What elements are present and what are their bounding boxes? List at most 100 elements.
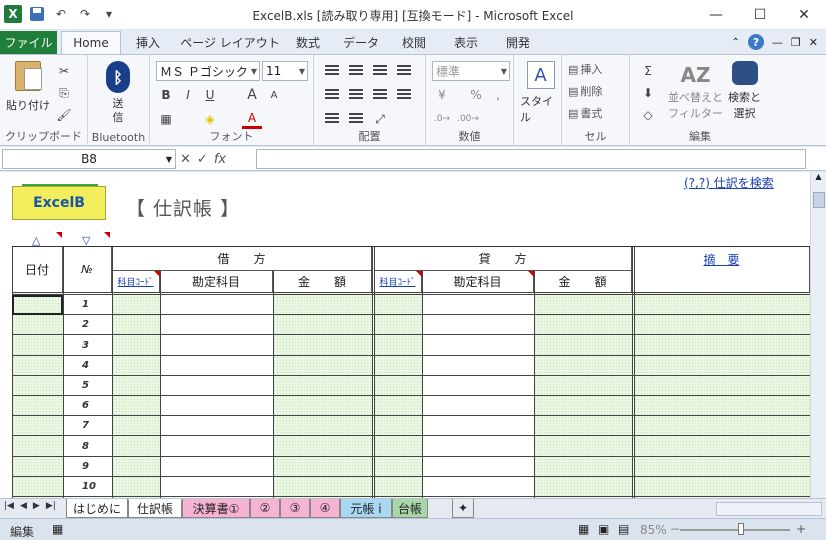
normal-view-icon[interactable]: ▦ [578,522,589,536]
delete-cells-button[interactable]: ▤ 削除 [568,83,602,99]
autosum-button[interactable]: Σ [638,61,658,81]
increase-decimal-icon[interactable]: .0→ [432,109,452,129]
insert-function-button[interactable]: fx [214,152,226,167]
align-middle-icon[interactable] [346,61,366,81]
sort-filter-button[interactable]: AZ 並べ替えと フィルター [668,61,723,121]
ribbon-minimize-icon[interactable]: ⌃ [732,37,740,48]
row-divider [12,314,810,316]
summary-header[interactable]: 摘 要 [634,247,810,293]
zoom-slider[interactable] [680,529,790,531]
confirm-entry-button[interactable]: ✓ [197,152,208,167]
zoom-out-button[interactable]: − [670,522,680,536]
font-name-select[interactable]: ＭＳ Ｐゴシック ▼ [156,61,260,81]
macro-record-icon[interactable]: ▦ [52,522,63,536]
fill-icon[interactable]: ⬇ [638,83,658,103]
sheet-tab[interactable]: 元帳 i [340,499,392,518]
format-painter-icon[interactable]: 🖌 [54,105,74,125]
prev-sheet-icon[interactable]: ◀ [20,501,27,511]
next-sheet-icon[interactable]: ▶ [33,501,40,511]
align-center-icon[interactable] [346,85,366,105]
page-break-view-icon[interactable]: ▤ [618,522,629,536]
worksheet[interactable]: ExcelB 【 仕訳帳 】 (?,?) 仕訳を検索 △ ▽ 日付 № 借 方 … [0,172,810,498]
sheet-tab[interactable]: ③ [280,499,310,518]
clear-icon[interactable]: ◇ [638,105,658,125]
minimize-button[interactable]: — [694,0,738,30]
currency-icon[interactable]: ¥ [432,85,452,105]
bluetooth-send-button[interactable]: ᛒ 送信 [106,61,130,125]
font-size-select[interactable]: 11 ▼ [262,61,308,81]
align-left-icon[interactable] [322,85,342,105]
underline-button[interactable]: U [200,85,220,105]
tab-file[interactable]: ファイル [0,31,57,54]
zoom-level[interactable]: 85% [640,523,667,537]
grow-font-button[interactable]: A [242,85,262,105]
tab-formulas[interactable]: 数式 [288,31,328,54]
italic-button[interactable]: I [178,85,198,105]
zoom-in-button[interactable]: + [796,522,806,536]
tab-page-layout[interactable]: ページ レイアウト [180,31,280,54]
align-top-icon[interactable] [322,61,342,81]
paste-button[interactable]: 貼り付け [6,61,50,113]
workbook-close-icon[interactable]: ✕ [809,36,818,49]
vertical-scroll-thumb[interactable] [813,192,825,208]
formula-input[interactable] [256,149,806,169]
insert-cells-button[interactable]: ▤ 挿入 [568,61,602,77]
copy-icon[interactable]: ⎘ [54,83,74,103]
orientation-icon[interactable]: ⤢ [370,109,390,129]
tab-data[interactable]: データ [338,31,384,54]
credit-code-header[interactable]: 科目ｺｰﾄﾞ [374,271,422,293]
debit-code-header[interactable]: 科目ｺｰﾄﾞ [112,271,160,293]
new-sheet-icon[interactable]: ✦ [452,499,474,518]
wrap-text-icon[interactable] [394,61,414,81]
tab-insert[interactable]: 挿入 [128,31,168,54]
shrink-font-button[interactable]: A [264,85,284,105]
font-color-button[interactable]: A [242,109,262,129]
help-icon[interactable]: ? [747,34,764,50]
comma-button[interactable]: , [488,85,508,105]
indent-decrease-icon[interactable] [322,109,342,129]
row-number: 9 [82,460,89,472]
excelb-logo[interactable]: ExcelB [12,186,106,220]
sheet-tab[interactable]: はじめに [66,499,128,518]
align-right-icon[interactable] [370,85,390,105]
tab-home[interactable]: Home [61,31,121,54]
bold-button[interactable]: B [156,85,176,105]
tab-developer[interactable]: 開発 [498,31,538,54]
horizontal-scrollbar[interactable] [716,502,822,516]
last-sheet-icon[interactable]: ▶| [46,501,56,511]
workbook-minimize-icon[interactable]: — [772,36,783,49]
align-bottom-icon[interactable] [370,61,390,81]
first-sheet-icon[interactable]: |◀ [4,501,14,511]
tab-view[interactable]: 表示 [446,31,486,54]
search-journal-link[interactable]: (?,?) 仕訳を検索 [684,174,774,191]
scroll-up-icon[interactable]: ▲ [811,172,826,181]
tab-review[interactable]: 校閲 [394,31,434,54]
maximize-button[interactable]: ☐ [738,0,782,30]
chevron-down-icon: ▼ [500,66,507,76]
page-layout-view-icon[interactable]: ▣ [598,522,609,536]
cut-icon[interactable]: ✂ [54,61,74,81]
number-format-select[interactable]: 標準 ▼ [432,61,510,81]
row-divider [12,475,810,477]
workbook-restore-icon[interactable]: ❐ [791,36,801,49]
sheet-tab[interactable]: 仕訳帳 [128,499,182,518]
format-cells-button[interactable]: ▤ 書式 [568,105,602,121]
close-button[interactable]: ✕ [782,0,826,30]
cancel-entry-button[interactable]: ✕ [180,152,191,167]
name-box[interactable]: B8 ▼ [2,149,176,169]
percent-button[interactable]: % [466,85,486,105]
merge-center-icon[interactable] [394,85,414,105]
sheet-tab[interactable]: 決算書① [182,499,250,518]
styles-button[interactable]: A スタイル [520,61,561,125]
decrease-decimal-icon[interactable]: .00→ [457,109,479,129]
zoom-slider-handle[interactable] [738,523,744,535]
sheet-tab[interactable]: ④ [310,499,340,518]
sheet-tab[interactable]: ② [250,499,280,518]
active-cell[interactable] [12,295,63,315]
vertical-scrollbar[interactable]: ▲ [810,172,826,498]
fill-color-icon[interactable]: ◈ [200,109,220,129]
border-icon[interactable]: ▦ [156,109,176,129]
find-select-button[interactable]: 検索と 選択 [728,61,761,121]
indent-increase-icon[interactable] [346,109,366,129]
sheet-tab[interactable]: 台帳 [392,499,428,518]
